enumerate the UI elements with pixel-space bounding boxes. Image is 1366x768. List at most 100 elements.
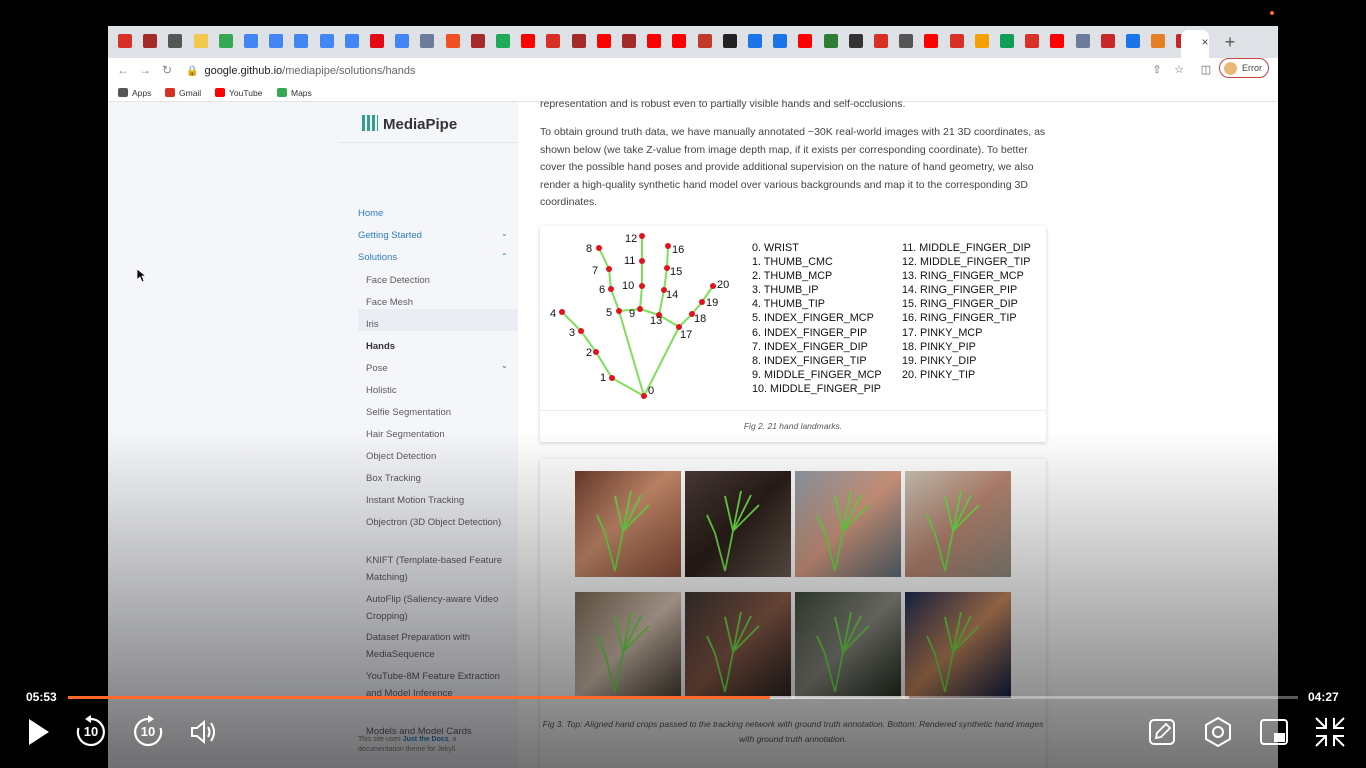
new-tab-button[interactable]: + [1221, 32, 1239, 52]
sidebar-item-pose[interactable]: Pose [366, 361, 506, 378]
mediapipe-logo[interactable]: MediaPipe [362, 115, 457, 133]
sidebar-item-face-detection[interactable]: Face Detection [366, 273, 506, 290]
tab-docs-icon[interactable] [269, 34, 284, 48]
tab-docs-icon[interactable] [319, 34, 334, 48]
tab-sheet-icon[interactable] [1000, 34, 1014, 48]
tab-docs-icon[interactable] [395, 34, 410, 48]
chevron-down-icon[interactable]: ⌄ [501, 361, 508, 370]
sidebar-item-box-tracking[interactable]: Box Tracking [366, 471, 506, 488]
forward-icon[interactable]: → [136, 61, 154, 79]
tab-windows-icon[interactable] [445, 34, 460, 48]
tab-docs-icon[interactable] [244, 34, 258, 48]
chevron-down-icon[interactable]: ⌄ [501, 229, 508, 238]
bookmark-apps[interactable]: Apps [118, 87, 151, 99]
tab-app-icon[interactable] [496, 34, 510, 48]
chevron-up-icon[interactable]: ⌃ [501, 252, 508, 261]
sidebar-item-object-detection[interactable]: Object Detection [366, 449, 506, 466]
volume-button[interactable] [184, 712, 224, 752]
remaining-time: 04:27 [1308, 690, 1339, 704]
footer-note: This site uses Just the Docs, a document… [358, 735, 498, 755]
sidebar-item-hands[interactable]: Hands [366, 339, 506, 356]
tab-mail-icon[interactable] [546, 34, 561, 48]
tab-bookmark-w-icon[interactable] [143, 34, 158, 48]
logo-mark-icon [362, 115, 378, 131]
sidebar-item-home[interactable]: Home [358, 207, 383, 220]
back-icon[interactable]: ← [114, 61, 132, 79]
screen: × + ← → ↻ 🔒 google.github.io/mediapipe/so… [0, 0, 1366, 768]
tab-youtube-icon[interactable] [1050, 34, 1065, 48]
hand-landmark-point [639, 283, 645, 289]
tab-k-icon[interactable] [748, 34, 762, 48]
tab-link-icon[interactable] [974, 34, 989, 48]
tab-calendar-icon[interactable] [193, 34, 208, 48]
tab-cloud-icon[interactable] [899, 34, 914, 48]
picture-in-picture-button[interactable] [1254, 712, 1294, 752]
rewind-10-button[interactable]: 10 [71, 712, 111, 752]
annotate-button[interactable] [1142, 712, 1182, 752]
tab-github-icon[interactable] [722, 34, 737, 48]
tab-k-red-icon[interactable] [1100, 34, 1115, 48]
tab-bookmark-w-icon[interactable] [571, 34, 586, 48]
sidebar-item-holistic[interactable]: Holistic [366, 383, 506, 400]
landmark-label: 6. INDEX_FINGER_PIP [752, 326, 868, 339]
tab-bookmark-w-icon[interactable] [470, 34, 485, 48]
seek-bar[interactable] [68, 696, 1298, 699]
sidebar-item-objectron-3d-object-detection[interactable]: Objectron (3D Object Detection) [366, 515, 506, 532]
side-panel-icon[interactable]: ◫ [1198, 62, 1214, 78]
tab-docs-icon[interactable] [294, 34, 309, 48]
tab-youtube-icon[interactable] [924, 34, 939, 48]
close-tab-icon[interactable]: × [1197, 34, 1213, 50]
tab-globe-icon[interactable] [420, 34, 435, 48]
tab-youtube-icon[interactable] [798, 34, 813, 48]
tab-mail-icon[interactable] [1025, 34, 1040, 48]
tab-circle-icon[interactable] [168, 34, 183, 48]
bookmark-star-icon[interactable]: ☆ [1171, 62, 1187, 78]
sidebar-item-autoflip-saliency-aware-video-cropping[interactable]: AutoFlip (Saliency-aware Video Cropping) [366, 592, 506, 625]
tab-drive-icon[interactable] [218, 34, 233, 48]
exit-fullscreen-button[interactable] [1310, 712, 1350, 752]
hand-landmark-index: 6 [599, 284, 605, 296]
tab-youtube-icon[interactable] [521, 34, 536, 48]
sidebar-item-selfie-segmentation[interactable]: Selfie Segmentation [366, 405, 506, 422]
forward-10-button[interactable]: 10 [128, 712, 168, 752]
sidebar-item-iris[interactable]: Iris [366, 317, 506, 334]
bookmark-maps[interactable]: Maps [277, 87, 312, 99]
tab-circle-icon[interactable] [848, 34, 863, 48]
sidebar-item-solutions[interactable]: Solutions [358, 251, 397, 264]
bookmark-gmail[interactable]: Gmail [165, 87, 201, 99]
profile-error-chip[interactable]: Error [1219, 58, 1269, 78]
tab-netflix-icon[interactable] [370, 34, 384, 48]
tab-app-icon[interactable] [823, 34, 838, 48]
landmark-label: 20. PINKY_TIP [902, 368, 976, 381]
sidebar-item-dataset-preparation-with-mediasequence[interactable]: Dataset Preparation with MediaSequence [366, 630, 506, 663]
tab-docs-icon[interactable] [344, 34, 359, 48]
tab-gmail-icon[interactable] [118, 34, 132, 48]
address-bar[interactable]: 🔒 google.github.io/mediapipe/solutions/ha… [186, 60, 1206, 82]
share-icon[interactable]: ⇧ [1149, 62, 1165, 78]
tab-youtube-icon[interactable] [672, 34, 687, 48]
reload-icon[interactable]: ↻ [158, 61, 176, 79]
sidebar-item-getting-started[interactable]: Getting Started [358, 229, 422, 242]
tab-bookmark-w-icon[interactable] [622, 34, 636, 48]
sidebar-item-knift-template-based-feature-matching[interactable]: KNIFT (Template-based Feature Matching) [366, 553, 506, 586]
sidebar-item-instant-motion-tracking[interactable]: Instant Motion Tracking [366, 493, 506, 510]
tab-pen-icon[interactable] [1151, 34, 1166, 48]
sidebar-item-hair-segmentation[interactable]: Hair Segmentation [366, 427, 506, 444]
landmark-label: 19. PINKY_DIP [902, 354, 977, 367]
landmark-label: 0. WRIST [752, 242, 799, 254]
sidebar-item-face-mesh[interactable]: Face Mesh [366, 295, 506, 312]
footer-link[interactable]: Just the Docs [403, 736, 449, 743]
tab-mail-icon[interactable] [874, 34, 888, 48]
settings-button[interactable] [1198, 712, 1238, 752]
bookmark-youtube[interactable]: YouTube [215, 87, 262, 99]
tab-k-icon[interactable] [773, 34, 788, 48]
tab-youtube-icon[interactable] [647, 34, 662, 48]
tab-k-icon[interactable] [1126, 34, 1140, 48]
tab-mail-icon[interactable] [949, 34, 964, 48]
tab-globe-icon[interactable] [1075, 34, 1090, 48]
hand-landmark-point [559, 309, 565, 315]
tab-person-icon[interactable] [697, 34, 712, 48]
tab-youtube-icon[interactable] [596, 34, 611, 48]
play-button[interactable] [18, 712, 58, 752]
paragraph: To obtain ground truth data, we have man… [540, 126, 1046, 209]
